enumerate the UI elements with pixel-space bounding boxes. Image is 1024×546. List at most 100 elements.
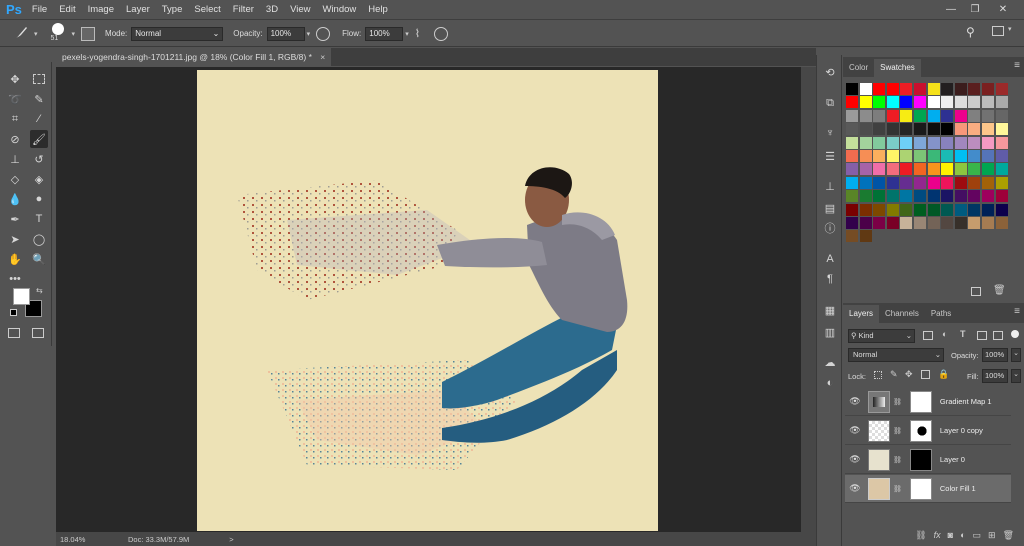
color-swatch[interactable] <box>954 163 967 176</box>
color-swatch[interactable] <box>859 136 872 149</box>
menu-edit[interactable]: Edit <box>59 4 75 15</box>
filter-smart-object-icon[interactable] <box>993 331 1003 340</box>
lock-position-icon[interactable]: ✥ <box>905 369 913 380</box>
color-swatch[interactable] <box>873 150 886 162</box>
default-colors-icon[interactable] <box>10 309 17 316</box>
color-swatch[interactable] <box>846 203 858 216</box>
color-swatch[interactable] <box>846 123 858 136</box>
tab-color[interactable]: Color <box>843 59 874 77</box>
dodge-tool-icon[interactable]: ● <box>30 190 48 208</box>
path-selection-tool-icon[interactable]: ➤ <box>6 230 24 248</box>
type-tool-icon[interactable]: T <box>30 210 48 228</box>
color-swatch[interactable] <box>900 176 913 189</box>
tab-channels[interactable]: Channels <box>879 305 925 323</box>
color-swatch[interactable] <box>846 136 858 149</box>
new-swatch-icon[interactable] <box>971 287 981 296</box>
color-swatch[interactable] <box>859 109 872 122</box>
color-swatch[interactable] <box>927 217 940 229</box>
color-swatch[interactable] <box>954 203 967 216</box>
tab-layers[interactable]: Layers <box>843 305 880 323</box>
color-swatch[interactable] <box>886 176 899 189</box>
color-swatch[interactable] <box>886 150 899 162</box>
color-swatch[interactable] <box>968 176 981 189</box>
visibility-eye-icon[interactable]: 👁 <box>848 425 862 436</box>
color-swatch[interactable] <box>982 203 994 216</box>
fx-icon[interactable]: fx <box>934 530 941 540</box>
color-swatch[interactable] <box>927 150 940 162</box>
color-swatch[interactable] <box>954 96 967 109</box>
info-icon[interactable]: ⓘ <box>821 221 839 237</box>
color-swatch[interactable] <box>927 109 940 122</box>
color-swatch[interactable] <box>941 203 954 216</box>
color-swatch[interactable] <box>995 123 1008 136</box>
color-swatch[interactable] <box>941 109 954 122</box>
navigator-icon[interactable]: ◐ <box>821 375 839 391</box>
chevron-down-icon[interactable]: ⌄ <box>1011 348 1021 362</box>
layer-comps-icon[interactable]: ⧉ <box>821 95 839 111</box>
color-swatch[interactable] <box>968 190 981 203</box>
filter-shape-icon[interactable] <box>977 331 987 340</box>
pen-tool-icon[interactable]: ✒ <box>6 210 24 228</box>
color-swatch[interactable] <box>859 190 872 203</box>
new-group-icon[interactable]: ▭ <box>973 530 982 541</box>
filter-toggle-icon[interactable] <box>1011 330 1019 338</box>
color-swatch[interactable] <box>846 163 858 176</box>
document-tab[interactable]: pexels-yogendra-singh-1701211.jpg @ 18% … <box>56 48 332 66</box>
color-swatch[interactable] <box>873 217 886 229</box>
color-swatch[interactable] <box>982 109 994 122</box>
color-swatch[interactable] <box>859 123 872 136</box>
adjustment-layer-icon[interactable]: ◐ <box>960 530 965 540</box>
swap-colors-icon[interactable]: ⇆ <box>36 286 43 295</box>
color-swatch[interactable] <box>873 176 886 189</box>
color-swatch[interactable] <box>859 203 872 216</box>
menu-file[interactable]: File <box>32 4 47 15</box>
color-swatch[interactable] <box>995 150 1008 162</box>
color-swatch[interactable] <box>859 230 872 243</box>
color-swatch[interactable] <box>995 109 1008 122</box>
color-swatch[interactable] <box>941 136 954 149</box>
color-swatch[interactable] <box>900 217 913 229</box>
chain-link-icon[interactable]: ⛓ <box>893 485 902 493</box>
color-swatch[interactable] <box>859 150 872 162</box>
opacity-input[interactable]: 100% <box>266 26 305 41</box>
chain-link-icon[interactable]: ⛓ <box>893 398 902 406</box>
color-swatch[interactable] <box>954 83 967 95</box>
workspace-icon[interactable] <box>992 26 1004 36</box>
adjustments-icon[interactable]: ☰ <box>821 149 839 165</box>
vertical-scrollbar[interactable] <box>801 67 816 532</box>
color-swatch[interactable] <box>927 123 940 136</box>
layer-row-layer-0[interactable]: 👁 ⛓ Layer 0 <box>845 446 1011 474</box>
brush-tool-icon[interactable]: 🖌 <box>30 130 48 148</box>
color-swatch[interactable] <box>886 163 899 176</box>
move-tool-icon[interactable]: ✥ <box>6 70 24 88</box>
color-swatch[interactable] <box>914 96 926 109</box>
healing-brush-tool-icon[interactable]: ⊘ <box>6 130 24 148</box>
visibility-eye-icon[interactable]: 👁 <box>848 396 862 407</box>
color-swatch[interactable] <box>982 176 994 189</box>
color-swatch[interactable] <box>886 96 899 109</box>
layer-row-layer-0-copy[interactable]: 👁 ⛓ Layer 0 copy <box>845 417 1011 445</box>
color-swatch[interactable] <box>886 136 899 149</box>
color-swatch[interactable] <box>900 109 913 122</box>
color-swatch[interactable] <box>941 176 954 189</box>
hand-tool-icon[interactable]: ✋ <box>6 250 24 268</box>
panel-menu-icon[interactable]: ≡ <box>1014 60 1020 71</box>
color-swatch[interactable] <box>982 123 994 136</box>
color-swatch[interactable] <box>954 150 967 162</box>
libraries-icon[interactable]: ▦ <box>821 303 839 319</box>
color-swatch[interactable] <box>914 163 926 176</box>
color-swatch[interactable] <box>982 96 994 109</box>
add-mask-icon[interactable]: ◙ <box>948 530 953 540</box>
lasso-tool-icon[interactable]: ➰ <box>6 90 24 108</box>
color-swatch[interactable] <box>982 217 994 229</box>
close-window-button[interactable]: ✕ <box>992 2 1014 17</box>
pressure-opacity-icon[interactable] <box>316 26 331 41</box>
menu-layer[interactable]: Layer <box>126 4 150 15</box>
color-swatch[interactable] <box>886 217 899 229</box>
color-swatch[interactable] <box>982 136 994 149</box>
chevron-down-icon[interactable]: ▾ <box>72 30 76 38</box>
color-swatch[interactable] <box>900 150 913 162</box>
color-swatch[interactable] <box>859 83 872 95</box>
color-swatch[interactable] <box>900 190 913 203</box>
color-swatch[interactable] <box>995 190 1008 203</box>
